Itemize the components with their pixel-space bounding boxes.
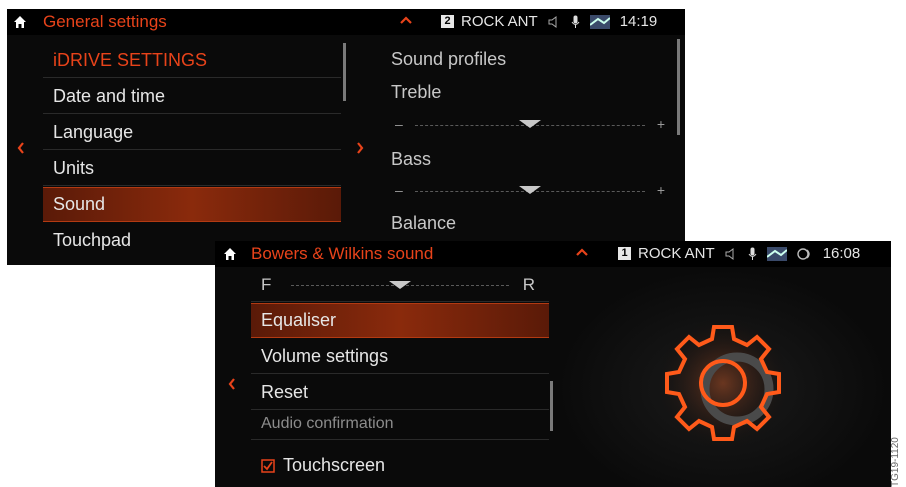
status-bar-2: Bowers & Wilkins sound 1 ROCK ANT 16:08 <box>215 241 891 267</box>
chevron-left-icon[interactable] <box>16 141 26 155</box>
bass-minus: – <box>395 182 403 198</box>
balance-label[interactable]: Balance <box>391 213 456 234</box>
fader-front-label: F <box>261 275 272 294</box>
menu-item-sound[interactable]: Sound <box>43 187 341 222</box>
menu-item-touchscreen[interactable]: Touchscreen <box>251 448 549 483</box>
settings-menu: iDRIVE SETTINGS Date and time Language U… <box>43 43 341 265</box>
menu-item-date-and-time[interactable]: Date and time <box>43 79 341 114</box>
clock: 14:19 <box>619 13 658 30</box>
chevron-right-icon[interactable] <box>355 141 365 155</box>
source-badge-2: 1 <box>618 247 631 260</box>
sound-menu: F R Equaliser Volume settings Reset Audi… <box>251 271 549 487</box>
checkbox-icon[interactable] <box>261 458 275 473</box>
gear-illustration <box>555 267 891 487</box>
bass-slider[interactable]: – + <box>395 182 665 198</box>
chevron-up-icon[interactable] <box>399 13 413 27</box>
station-name: ROCK ANT <box>461 13 538 30</box>
gear-icon <box>653 313 793 453</box>
menu-item-reset[interactable]: Reset <box>251 375 549 410</box>
microphone-icon <box>571 15 580 28</box>
menu-scrollbar[interactable] <box>343 43 346 101</box>
treble-plus: + <box>656 116 665 132</box>
home-button-2[interactable] <box>215 241 245 267</box>
bass-thumb[interactable] <box>519 186 541 194</box>
speaker-icon <box>548 15 557 28</box>
clock-2: 16:08 <box>822 245 861 262</box>
home-icon <box>14 16 26 28</box>
menu-item-volume-settings[interactable]: Volume settings <box>251 339 549 374</box>
page-title-2: Bowers & Wilkins sound <box>251 244 434 263</box>
sound-profiles-item[interactable]: Sound profiles <box>391 49 506 70</box>
menu-item-language[interactable]: Language <box>43 115 341 150</box>
home-button[interactable] <box>7 9 33 35</box>
station-name-2: ROCK ANT <box>638 245 715 262</box>
bowers-wilkins-screen: Bowers & Wilkins sound 1 ROCK ANT 16:08 … <box>215 241 891 487</box>
source-badge: 2 <box>441 15 454 28</box>
treble-label: Treble <box>391 82 442 102</box>
bass-label: Bass <box>391 149 432 169</box>
touchscreen-label: Touchscreen <box>283 455 386 475</box>
menu-header-audio-confirmation: Audio confirmation <box>251 408 549 440</box>
menu-header-idrive-settings: iDRIVE SETTINGS <box>43 43 341 78</box>
status-area: 2 ROCK ANT 14:19 <box>441 13 657 30</box>
navigation-icon <box>766 246 787 261</box>
page-title: General settings <box>43 12 167 31</box>
chevron-left-icon[interactable] <box>227 377 237 391</box>
sound-panel: Sound profiles Treble – + Bass – + Balan… <box>391 43 681 265</box>
microphone-icon <box>748 247 757 260</box>
treble-thumb[interactable] <box>519 120 541 128</box>
menu-item-equaliser[interactable]: Equaliser <box>251 303 549 338</box>
status-area-2: 1 ROCK ANT 16:08 <box>618 245 860 262</box>
speaker-icon <box>725 247 734 260</box>
treble-slider[interactable]: – + <box>395 116 665 132</box>
status-bar: General settings 2 ROCK ANT 14:19 <box>7 9 685 35</box>
fader-thumb[interactable] <box>389 281 411 289</box>
general-settings-screen: General settings 2 ROCK ANT 14:19 iDRIVE… <box>7 9 685 265</box>
home-icon <box>224 248 236 260</box>
image-code: TG19-1120 <box>890 437 901 487</box>
panel-scrollbar[interactable] <box>677 39 680 135</box>
treble-minus: – <box>395 116 403 132</box>
navigation-icon <box>589 14 610 29</box>
fader-row[interactable]: F R <box>251 271 549 302</box>
chevron-up-icon[interactable] <box>575 245 589 259</box>
bass-plus: + <box>656 182 665 198</box>
menu-scrollbar-2[interactable] <box>550 381 553 431</box>
fader-rear-label: R <box>522 275 535 294</box>
connected-icon <box>796 247 810 260</box>
menu-item-units[interactable]: Units <box>43 151 341 186</box>
